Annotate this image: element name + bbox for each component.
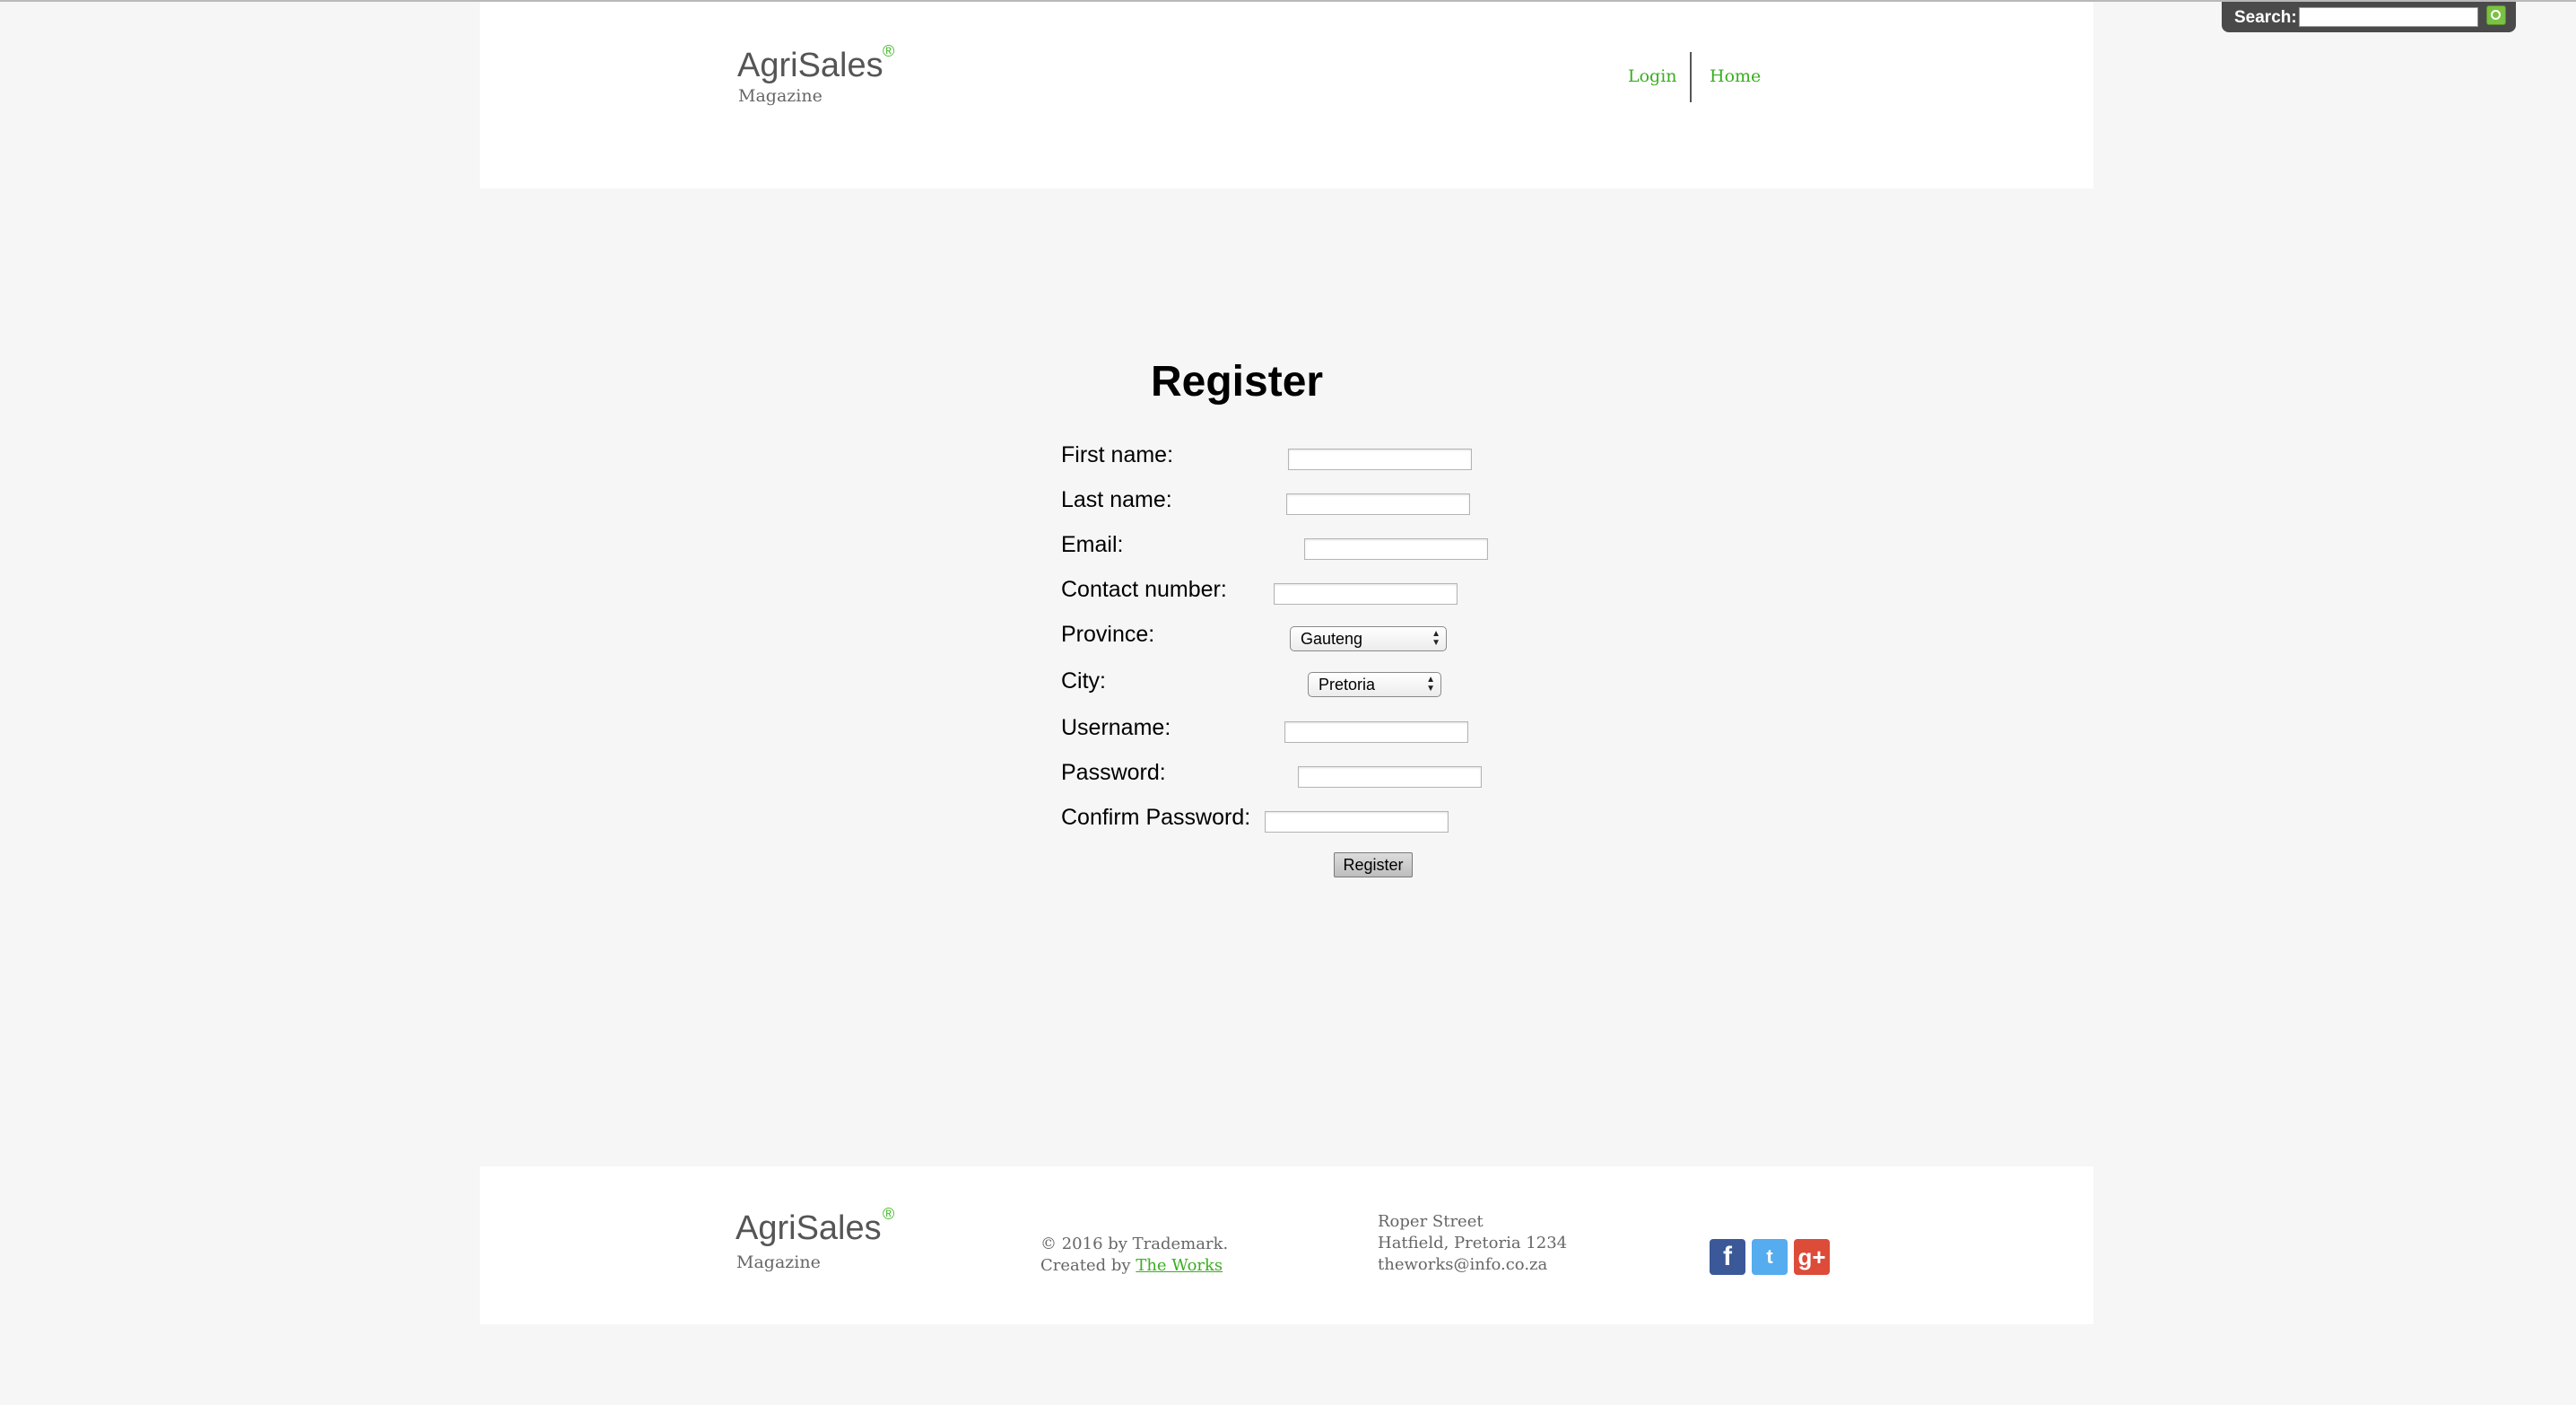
nav-divider (1690, 52, 1692, 102)
search-input[interactable] (2299, 7, 2478, 27)
nav-login-link[interactable]: Login (1628, 66, 1677, 86)
search-label: Search: (2234, 8, 2297, 27)
copyright-text: © 2016 by Trademark. (1040, 1235, 1229, 1253)
registered-mark-icon: ® (883, 1205, 895, 1223)
last-name-field[interactable] (1286, 493, 1470, 515)
city-selected-value: Pretoria (1318, 676, 1376, 694)
province-selected-value: Gauteng (1301, 630, 1363, 648)
city-select[interactable]: Pretoria ▲ ▼ (1308, 672, 1441, 697)
confirm-password-field[interactable] (1265, 811, 1449, 833)
site-header: AgriSales ® Magazine Login Home (480, 2, 2093, 188)
address-street: Roper Street (1378, 1212, 1484, 1231)
email-field[interactable] (1304, 538, 1488, 560)
google-plus-icon[interactable]: g+ (1794, 1239, 1830, 1275)
last-name-label: Last name: (1061, 487, 1172, 512)
first-name-field[interactable] (1288, 449, 1472, 470)
password-label: Password: (1061, 760, 1166, 785)
email-label: Email: (1061, 532, 1124, 557)
logo-name: AgriSales (737, 47, 883, 84)
footer-address: Roper Street Hatfield, Pretoria 1234 the… (1378, 1211, 1567, 1276)
select-arrows-icon: ▲ ▼ (1432, 629, 1440, 648)
search-bar: Search: (2222, 2, 2516, 32)
password-field[interactable] (1298, 766, 1482, 788)
address-email: theworks@info.co.za (1378, 1255, 1548, 1274)
footer-credits: © 2016 by Trademark. Created by The Work… (1040, 1234, 1228, 1277)
first-name-label: First name: (1061, 442, 1174, 467)
search-submit-icon[interactable] (2486, 5, 2506, 25)
username-field[interactable] (1284, 721, 1468, 743)
footer-logo-subtitle: Magazine (736, 1252, 821, 1272)
nav-home-link[interactable]: Home (1710, 66, 1761, 86)
register-button[interactable]: Register (1334, 852, 1413, 877)
contact-number-field[interactable] (1274, 583, 1458, 605)
registered-mark-icon: ® (883, 42, 895, 60)
twitter-icon[interactable]: t (1752, 1239, 1788, 1275)
the-works-link[interactable]: The Works (1136, 1256, 1223, 1275)
logo-subtitle: Magazine (738, 86, 822, 106)
province-label: Province: (1061, 622, 1155, 647)
province-select[interactable]: Gauteng ▲ ▼ (1290, 626, 1447, 651)
city-label: City: (1061, 668, 1106, 694)
address-city: Hatfield, Pretoria 1234 (1378, 1234, 1568, 1252)
contact-number-label: Contact number: (1061, 577, 1227, 602)
footer-logo-name: AgriSales (735, 1209, 882, 1247)
created-by-text: Created by (1040, 1256, 1131, 1275)
site-footer: AgriSales ® Magazine © 2016 by Trademark… (480, 1166, 2093, 1324)
username-label: Username: (1061, 715, 1171, 740)
confirm-password-label: Confirm Password: (1061, 805, 1251, 830)
facebook-icon[interactable]: f (1710, 1239, 1745, 1275)
select-arrows-icon: ▲ ▼ (1426, 675, 1435, 694)
page-title: Register (1151, 358, 1324, 406)
